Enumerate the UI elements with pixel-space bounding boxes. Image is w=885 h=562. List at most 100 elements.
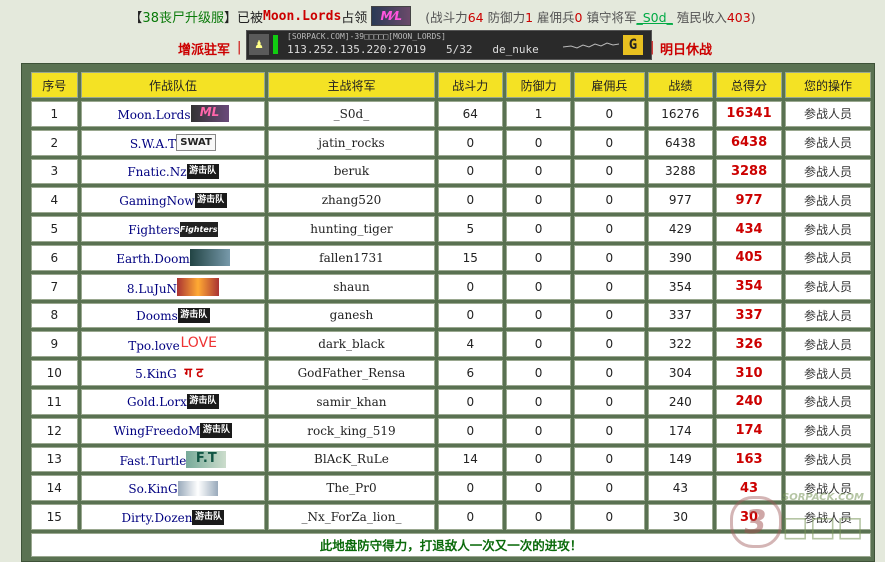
attack-value: 15	[437, 244, 503, 271]
table-row: 9 Tpo.loveLOVE dark_black 4 0 0 322 326 参战人员	[31, 331, 871, 358]
participants-link[interactable]: 参战人员	[784, 302, 871, 329]
team-name[interactable]: GamingNow	[119, 194, 194, 208]
participants-link[interactable]: 参战人员	[784, 216, 871, 242]
defense-label: 防御力	[487, 9, 526, 25]
occupied-by-prefix: 已被	[236, 10, 263, 26]
cs-player-icon: ♟	[249, 34, 269, 55]
col-header-no: 序号	[31, 72, 78, 98]
total-score: 310	[716, 360, 782, 386]
total-score: 163	[716, 446, 782, 473]
participants-link[interactable]: 参战人员	[784, 331, 871, 358]
participants-link[interactable]: 参战人员	[784, 187, 871, 214]
record-value: 30	[647, 504, 714, 530]
participants-link[interactable]: 参战人员	[784, 129, 871, 156]
total-score: 326	[716, 331, 782, 358]
team-name[interactable]: Gold.Lorx	[127, 395, 187, 409]
participants-link[interactable]: 参战人员	[784, 417, 871, 444]
record-value: 304	[647, 360, 714, 386]
team-logo-icon: Fighters	[179, 221, 218, 237]
col-header-score: 总得分	[716, 72, 782, 98]
merc-value: 0	[574, 331, 645, 358]
defense-value: 0	[505, 187, 572, 214]
attack-value: 0	[437, 158, 503, 185]
team-name[interactable]: Fast.Turtle	[120, 454, 187, 468]
server-players: 5/32	[445, 43, 473, 56]
col-header-merc: 雇佣兵	[574, 72, 645, 98]
team-logo-icon: ग ट	[184, 365, 203, 381]
reinforce-link[interactable]: 增派驻军	[178, 39, 230, 58]
team-name[interactable]: Moon.Lords	[117, 108, 190, 122]
col-header-action: 您的操作	[784, 72, 871, 98]
general-name: shaun	[268, 273, 435, 300]
defense-value: 0	[505, 331, 572, 358]
team-name[interactable]: Fnatic.Nz	[127, 165, 186, 179]
merc-value: 0	[574, 417, 645, 444]
row-no: 5	[31, 216, 78, 242]
team-name[interactable]: Dooms	[136, 309, 178, 323]
attack-value: 0	[437, 273, 503, 300]
team-name[interactable]: S.W.A.T	[130, 137, 176, 151]
team-cell: S.W.A.T SWAT	[80, 129, 266, 156]
team-name[interactable]: Tpo.love	[128, 339, 179, 353]
table-row: 8 Dooms 游击队 ganesh 0 0 0 337 337 参战人员	[31, 302, 871, 329]
total-score: 337	[716, 302, 782, 329]
server-banner[interactable]: ♟ [SORPACK.COM]-39□□□□□[MOON_LORDS] 113.…	[246, 30, 652, 60]
attack-value: 5	[437, 216, 503, 242]
ceasefire-link[interactable]: 明日休战	[660, 39, 712, 58]
participants-link[interactable]: 参战人员	[784, 244, 871, 271]
total-score: 405	[716, 244, 782, 271]
defense-value: 0	[505, 129, 572, 156]
gametracker-icon: G	[623, 35, 643, 55]
team-logo-icon: ML	[190, 105, 229, 123]
team-cell: Fnatic.Nz 游击队	[80, 158, 266, 185]
team-name[interactable]: 8.LuJuN	[127, 282, 177, 296]
table-row: 7 8.LuJuN shaun 0 0 0 354 354 参战人员	[31, 273, 871, 300]
ranking-table: 序号 作战队伍 主战将军 战斗力 防御力 雇佣兵 战绩 总得分 您的操作 1 Mo…	[28, 69, 874, 560]
record-value: 6438	[647, 129, 714, 156]
server-banner-title: [SORPACK.COM]-39□□□□□[MOON_LORDS]	[287, 32, 446, 41]
attack-value: 14	[437, 446, 503, 473]
general-name: jatin_rocks	[268, 129, 435, 156]
participants-link[interactable]: 参战人员	[784, 446, 871, 473]
merc-value: 0	[574, 504, 645, 530]
row-no: 7	[31, 273, 78, 300]
team-logo-icon: LOVE	[180, 334, 217, 351]
total-score: 240	[716, 388, 782, 415]
participants-link[interactable]: 参战人员	[784, 388, 871, 415]
general-name: _Nx_ForZa_lion_	[268, 504, 435, 530]
table-row: 12 WingFreedoM 游击队 rock_king_519 0 0 0 174 174 参战…	[31, 417, 871, 444]
participants-link[interactable]: 参战人员	[784, 360, 871, 386]
row-no: 9	[31, 331, 78, 358]
merc-value: 0	[574, 388, 645, 415]
defense-value: 1	[505, 101, 572, 127]
team-cell: Earth.Doom	[80, 244, 266, 271]
general-name: beruk	[268, 158, 435, 185]
row-no: 10	[31, 360, 78, 386]
record-value: 3288	[647, 158, 714, 185]
total-score: 174	[716, 417, 782, 444]
team-name[interactable]: 5.KinG	[135, 367, 177, 381]
merc-value: 0	[574, 446, 645, 473]
row-no: 4	[31, 187, 78, 214]
record-value: 174	[647, 417, 714, 444]
team-name[interactable]: Fighters	[128, 223, 179, 237]
merc-value: 0	[574, 187, 645, 214]
defense-value: 0	[505, 446, 572, 473]
occupier-team[interactable]: Moon.Lords	[263, 9, 341, 24]
merc-value: 0	[574, 216, 645, 242]
participants-link[interactable]: 参战人员	[784, 158, 871, 185]
row-no: 11	[31, 388, 78, 415]
bracket-open: 【	[129, 10, 143, 26]
team-name[interactable]: Dirty.Dozen	[121, 511, 192, 525]
ranking-panel: 序号 作战队伍 主战将军 战斗力 防御力 雇佣兵 战绩 总得分 您的操作 1 Mo…	[21, 63, 875, 562]
row-no: 3	[31, 158, 78, 185]
team-name[interactable]: WingFreedoM	[114, 424, 201, 438]
participants-link[interactable]: 参战人员	[784, 273, 871, 300]
record-value: 240	[647, 388, 714, 415]
table-header-row: 序号 作战队伍 主战将军 战斗力 防御力 雇佣兵 战绩 总得分 您的操作	[31, 72, 871, 98]
general-value[interactable]: _S0d_	[637, 10, 673, 25]
participants-link[interactable]: 参战人员	[784, 101, 871, 127]
team-name[interactable]: So.KinG	[128, 482, 177, 496]
team-name[interactable]: Earth.Doom	[116, 252, 189, 266]
defense-value: 0	[505, 360, 572, 386]
